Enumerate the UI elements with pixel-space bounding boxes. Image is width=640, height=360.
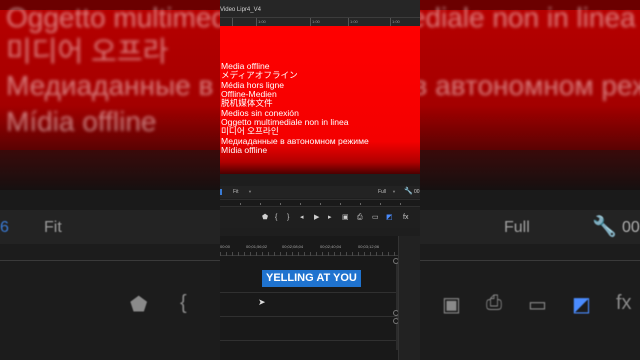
- bg-marker-icon: ⬟: [130, 294, 148, 316]
- ruler-label: 1:00: [312, 19, 320, 24]
- scrub-tick: [380, 203, 381, 205]
- ruler-label: 1:00: [392, 19, 400, 24]
- program-monitor-offline[interactable]: Media offline メディアオフライン Média hors ligne…: [220, 26, 420, 174]
- background-left: Oggetto multimediale non in linea 미디어 오프…: [0, 0, 220, 360]
- bg-playhead-number: 6: [0, 219, 9, 236]
- scrub-tick: [240, 203, 241, 205]
- background-right: Oggetto multimediale non in linea 미디어 오프…: [420, 0, 640, 360]
- bg-offline-text: Oggetto multimediale non in linea: [420, 2, 636, 33]
- resolution-select[interactable]: Full: [378, 189, 386, 195]
- chevron-down-icon[interactable]: ▼: [392, 189, 396, 194]
- playhead-indicator: [220, 189, 222, 195]
- track-divider: [220, 340, 398, 341]
- source-ruler: Video Lipr4_V4 1:00 1:00 1:00 1:00: [220, 0, 420, 27]
- play-icon[interactable]: ▶: [314, 214, 319, 221]
- bg-wrench-icon: 🔧: [592, 216, 617, 238]
- timecode-label: 00;03;12;06: [358, 244, 380, 249]
- scrub-tick: [360, 203, 361, 205]
- safe-margins-icon[interactable]: ▭: [372, 214, 379, 221]
- scrub-tick: [320, 203, 321, 205]
- marker-icon[interactable]: ⬟: [262, 214, 268, 221]
- bg-timeline: [0, 244, 220, 360]
- caption-clip[interactable]: YELLING AT YOU: [262, 270, 361, 287]
- bg-offline-text: Oggetto multimediale non in linea: [6, 2, 220, 33]
- bg-control-bar: [0, 210, 220, 244]
- track-divider: [220, 316, 398, 317]
- button-editor-icon[interactable]: ⎙: [357, 214, 363, 221]
- ruler-label: 1:00: [258, 19, 266, 24]
- offline-line: Mídia offline: [221, 145, 268, 155]
- mark-in-icon[interactable]: {: [275, 214, 277, 221]
- offline-line: 미디어 오프라인: [221, 126, 279, 136]
- bg-gradient: [0, 150, 220, 190]
- scrub-tick: [260, 203, 261, 205]
- fx-icon[interactable]: fx: [403, 214, 408, 221]
- scrub-tick: [400, 203, 401, 205]
- mark-out-icon[interactable]: }: [287, 214, 289, 221]
- bg-full-label: Full: [504, 219, 530, 236]
- bg-offline-text: 미디어 오프라: [6, 36, 169, 67]
- track-divider: [220, 292, 398, 293]
- timecode-display: 00: [414, 189, 420, 195]
- bg-button-editor-icon: ⎙: [486, 292, 502, 314]
- bg-divider: [420, 260, 640, 261]
- scrub-tick: [280, 203, 281, 205]
- bg-offline-text: Mídia offline: [6, 106, 157, 137]
- timeline-panel: 00:00 00;01;56;02 00;02;08;04 00;02;40;0…: [220, 236, 420, 360]
- zoom-select[interactable]: Fit: [233, 189, 239, 195]
- scrub-tick: [340, 203, 341, 205]
- timeline-ruler[interactable]: 00:00 00;01;56;02 00;02;08;04 00;02;40;0…: [220, 242, 398, 256]
- compare-icon[interactable]: ◩: [386, 214, 393, 221]
- bg-fx-icon: fx: [616, 292, 632, 314]
- bg-export-frame-icon: ▣: [442, 294, 461, 316]
- timecode-label: 00:00: [220, 244, 231, 249]
- offline-line: 脱机媒体文件: [221, 98, 273, 108]
- timecode-label: 00;02;08;04: [282, 244, 304, 249]
- track-controls-column: [398, 236, 420, 360]
- timecode-label: 00;02;40;04: [320, 244, 342, 249]
- bg-gradient: [420, 150, 640, 190]
- bg-offline-text: Медиаданные в автономном режиме: [6, 70, 220, 101]
- bg-safe-margins-icon: ▭: [528, 294, 547, 316]
- monitor-control-bar: Fit ▼ Full ▼ 🔧 00: [220, 186, 420, 198]
- export-frame-icon[interactable]: ▣: [342, 214, 349, 221]
- scrub-bar[interactable]: [220, 199, 420, 207]
- mouse-cursor-icon: ➤: [258, 297, 266, 307]
- clip-name: Video Lipr4_V4: [220, 7, 261, 13]
- timecode-label: 00;01;56;02: [246, 244, 268, 249]
- ruler-label: 1:00: [350, 19, 358, 24]
- bg-mark-in-icon: {: [180, 292, 187, 314]
- bg-timecode: 00: [622, 219, 640, 236]
- scrub-tick: [300, 203, 301, 205]
- offline-line: メディアオフライン: [221, 70, 298, 80]
- step-back-icon[interactable]: ◂: [300, 214, 304, 221]
- step-forward-icon[interactable]: ▸: [328, 214, 332, 221]
- transport-controls: ⬟ { } ◂ ▶ ▸ ▣ ⎙ ▭ ◩ fx: [220, 208, 420, 228]
- bg-divider: [0, 260, 220, 261]
- bg-compare-icon: ◩: [572, 294, 591, 316]
- editor-window: Video Lipr4_V4 1:00 1:00 1:00 1:00 Media…: [220, 0, 420, 360]
- chevron-down-icon[interactable]: ▼: [248, 189, 252, 194]
- wrench-icon[interactable]: 🔧: [404, 187, 413, 195]
- bg-offline-text: Медиаданные в автономном режиме: [420, 70, 640, 101]
- ruler-ticks[interactable]: 1:00 1:00 1:00 1:00: [220, 17, 420, 27]
- bg-fit-label: Fit: [44, 219, 62, 236]
- ruler-marks: [220, 252, 398, 256]
